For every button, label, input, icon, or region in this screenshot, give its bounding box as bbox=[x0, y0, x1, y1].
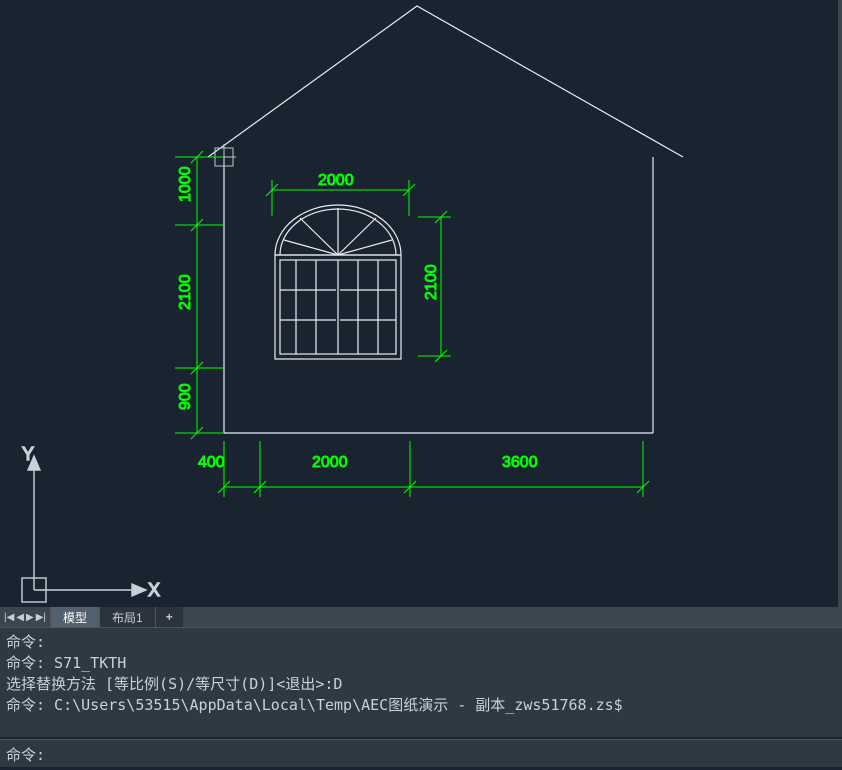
snap-marker bbox=[212, 144, 236, 168]
tab-layout1[interactable]: 布局1 bbox=[99, 607, 155, 627]
command-history: 命令: 命令: S71_TKTH 选择替换方法 [等比例(S)/等尺寸(D)]<… bbox=[0, 627, 842, 737]
drawing-canvas[interactable]: 2000 2100 1000 bbox=[0, 0, 842, 607]
dim-bottom-a-value: 400 bbox=[198, 454, 225, 471]
cmd-line-1: 命令: bbox=[6, 632, 836, 653]
cad-viewport[interactable]: 2000 2100 1000 bbox=[0, 0, 842, 607]
cmd-line-4: 命令: C:\Users\53515\AppData\Local\Temp\AE… bbox=[6, 695, 836, 716]
tab-nav-first-icon[interactable]: |◀ bbox=[4, 612, 14, 623]
ucs-icon: Y X bbox=[22, 444, 160, 602]
axis-y-label: Y bbox=[22, 444, 34, 464]
dim-left-upper-value: 1000 bbox=[177, 166, 194, 202]
dimensions: 2000 2100 1000 bbox=[175, 151, 649, 497]
tab-nav: |◀ ◀ ▶ ▶| bbox=[0, 607, 50, 627]
tab-layout1-label: 布局1 bbox=[112, 609, 143, 626]
dim-right-value: 2100 bbox=[423, 264, 440, 300]
dim-left-middle-value: 2100 bbox=[177, 274, 194, 310]
tab-model[interactable]: 模型 bbox=[50, 607, 99, 627]
dim-top-width-value: 2000 bbox=[318, 172, 354, 189]
dim-bottom-c-value: 3600 bbox=[502, 454, 538, 471]
dim-left-stack: 1000 2100 900 bbox=[175, 151, 224, 439]
dim-left-lower-value: 900 bbox=[177, 383, 194, 410]
dim-bottom-b-value: 2000 bbox=[312, 454, 348, 471]
axis-x-label: X bbox=[148, 580, 160, 600]
tab-nav-next-icon[interactable]: ▶ bbox=[26, 612, 34, 623]
tab-add[interactable]: + bbox=[155, 607, 183, 627]
window-block bbox=[275, 205, 401, 359]
tab-model-label: 模型 bbox=[63, 609, 87, 626]
house-outline bbox=[208, 6, 683, 433]
viewport-scrollbar[interactable] bbox=[838, 0, 842, 607]
dim-right-height: 2100 bbox=[418, 211, 451, 362]
dim-bottom-chain: 400 2000 3600 bbox=[198, 441, 649, 497]
layout-tabbar: |◀ ◀ ▶ ▶| 模型 布局1 + bbox=[0, 607, 842, 627]
command-prompt-label: 命令: bbox=[6, 746, 45, 764]
tab-nav-last-icon[interactable]: ▶| bbox=[36, 612, 46, 623]
tab-nav-prev-icon[interactable]: ◀ bbox=[16, 612, 24, 623]
cmd-line-3: 选择替换方法 [等比例(S)/等尺寸(D)]<退出>:D bbox=[6, 674, 836, 695]
cmd-line-2: 命令: S71_TKTH bbox=[6, 653, 836, 674]
command-input[interactable]: 命令: bbox=[0, 739, 842, 767]
tab-add-label: + bbox=[166, 610, 173, 624]
